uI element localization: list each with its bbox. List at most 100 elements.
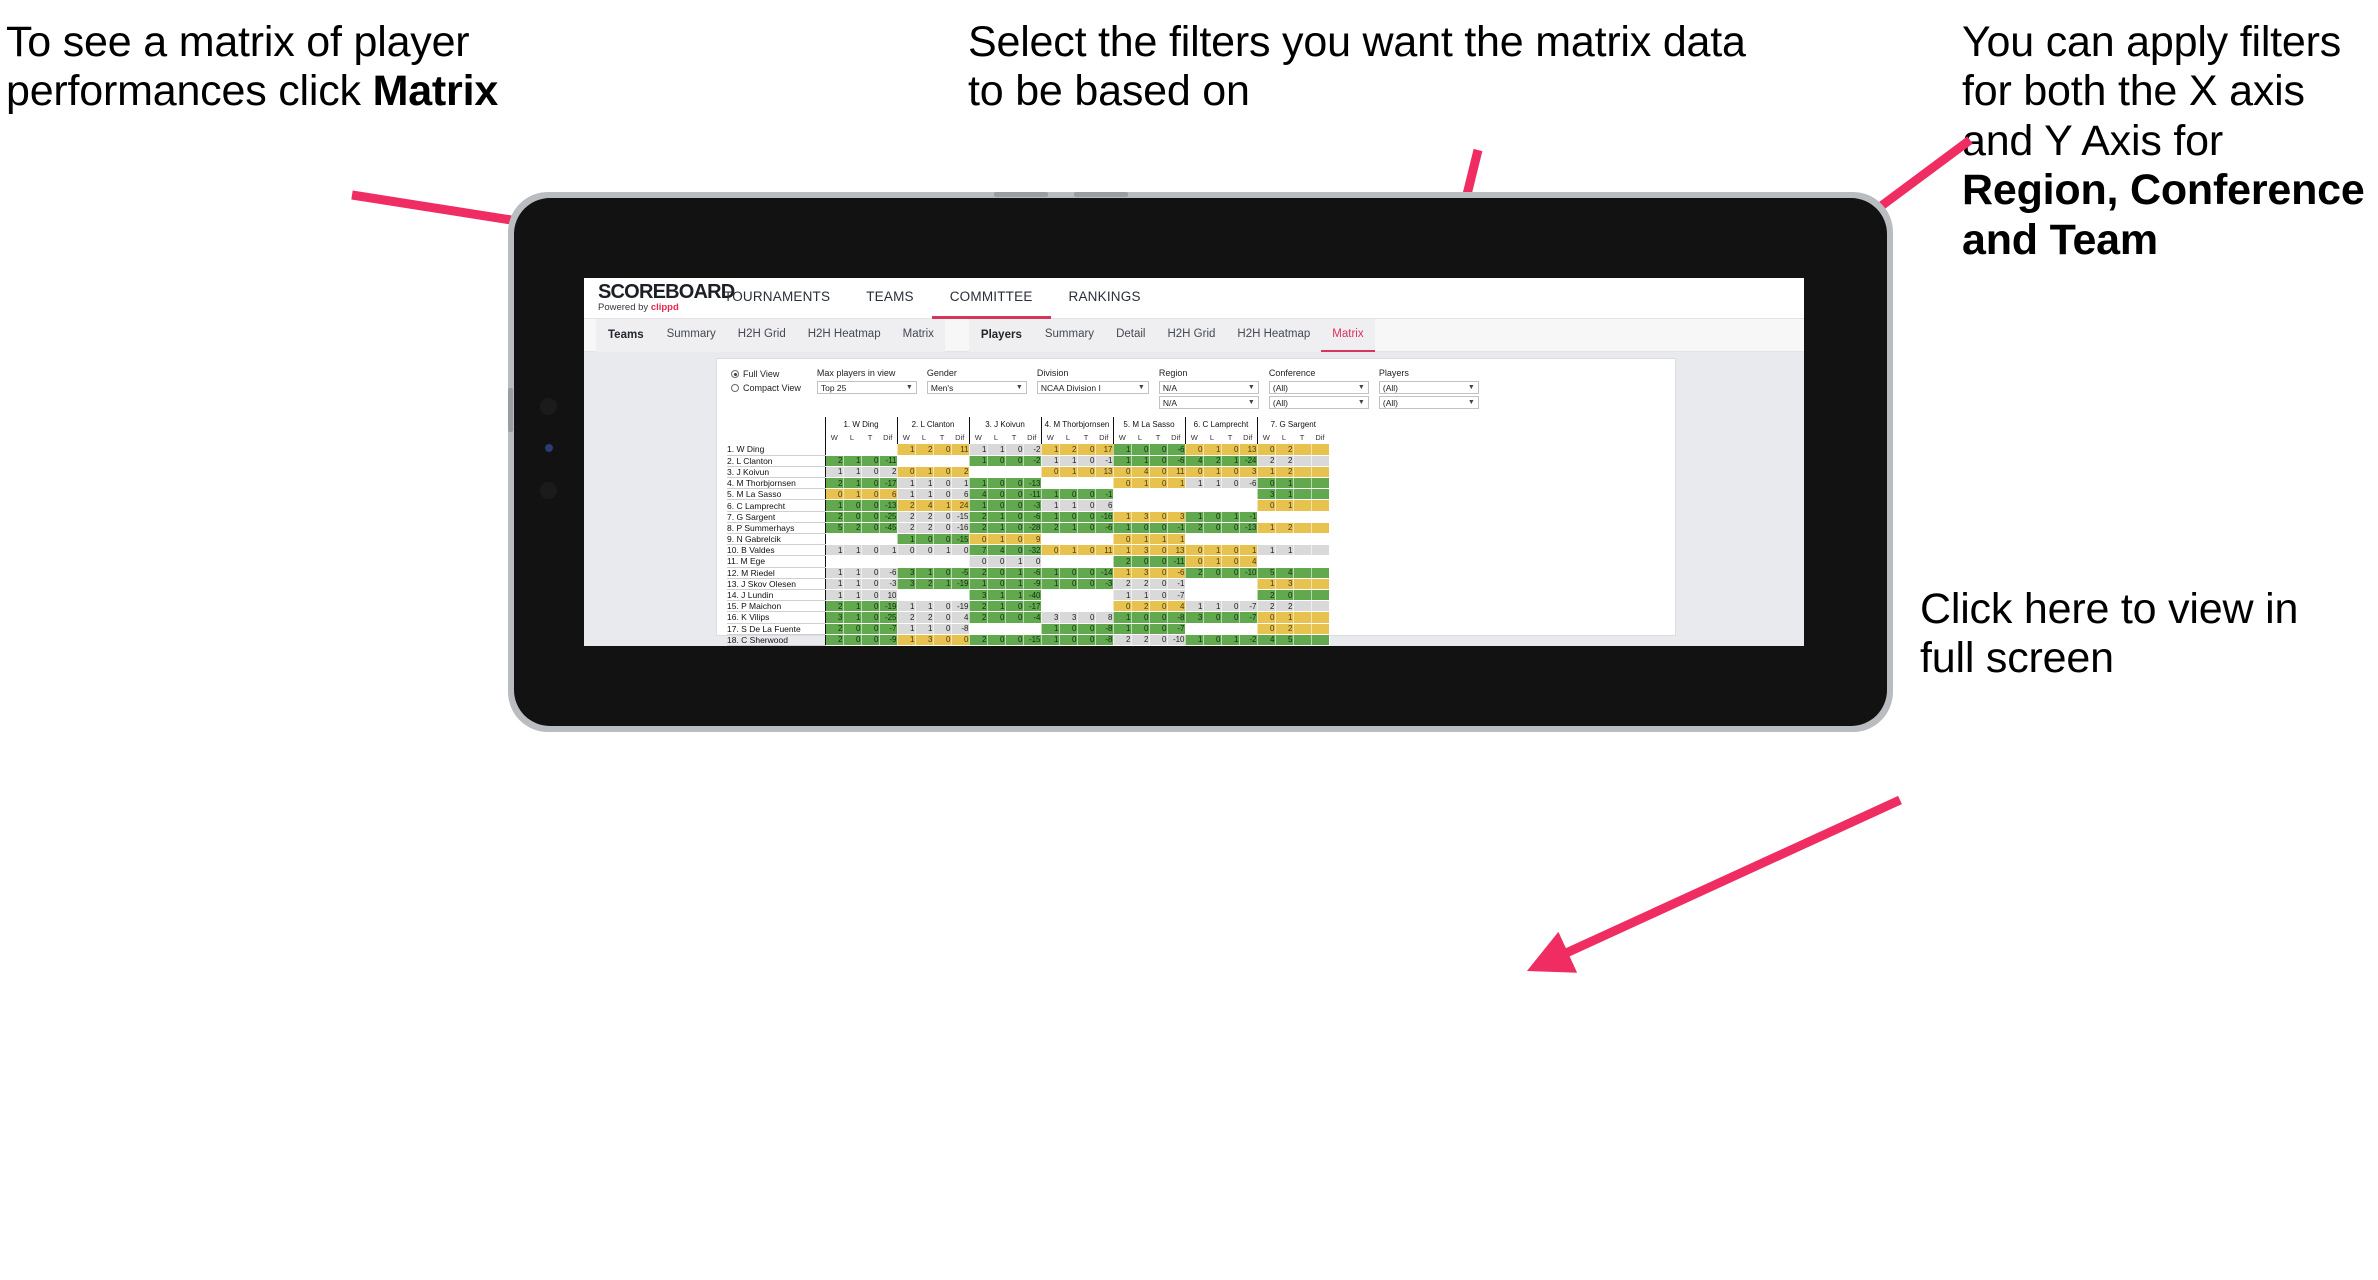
matrix-cell[interactable]: 0 — [1077, 544, 1096, 557]
matrix-cell[interactable]: 0 — [968, 533, 988, 546]
matrix-cell[interactable] — [861, 533, 880, 546]
matrix-cell[interactable]: 2 — [968, 567, 988, 579]
matrix-row[interactable]: 19. D Ford210-27250-20111-101013320-1620 — [727, 645, 1330, 646]
matrix-cell[interactable]: 0 — [1221, 522, 1240, 535]
matrix-cell[interactable]: 0 — [1131, 444, 1150, 456]
matrix-cell[interactable]: 1 — [1275, 488, 1294, 501]
matrix-cell[interactable] — [968, 623, 988, 635]
filter-players-y-select[interactable]: (All) ▼ — [1378, 396, 1479, 409]
matrix-cell[interactable]: 0 — [1059, 511, 1078, 523]
matrix-cell[interactable]: 2 — [1275, 600, 1294, 613]
matrix-cell[interactable]: -17 — [879, 477, 898, 490]
matrix-cell[interactable]: 1 — [896, 533, 916, 546]
matrix-cell[interactable]: 0 — [933, 522, 952, 535]
matrix-cell[interactable]: 0 — [933, 477, 952, 490]
matrix-cell[interactable] — [1184, 589, 1204, 602]
matrix-row[interactable]: 4. M Thorbjornsen 2 1 0 -17 1 1 0 1 1 0 0 -13 0 1 0 1 1 1 0… — [727, 477, 1330, 490]
matrix-cell[interactable]: 1 — [843, 477, 862, 490]
matrix-cell[interactable]: 1 — [1059, 645, 1078, 646]
matrix-cell[interactable]: -13 — [1023, 477, 1042, 490]
matrix-cell[interactable]: 2 — [968, 600, 988, 613]
matrix-cell[interactable] — [1293, 623, 1312, 635]
matrix-cell[interactable]: 0 — [1112, 533, 1132, 546]
matrix-cell[interactable]: 1 — [1059, 544, 1078, 557]
matrix-cell[interactable] — [933, 555, 952, 568]
subnav-players-h2h-grid[interactable]: H2H Grid — [1156, 319, 1226, 352]
matrix-cell[interactable] — [1112, 499, 1132, 512]
matrix-cell[interactable]: 0 — [987, 455, 1006, 467]
matrix-cell[interactable]: 0 — [1005, 533, 1024, 546]
matrix-cell[interactable]: 1 — [1112, 611, 1132, 624]
matrix-cell[interactable]: 0 — [1149, 544, 1168, 557]
matrix-cell[interactable]: 1 — [843, 600, 862, 613]
matrix-cell[interactable]: 6 — [879, 488, 898, 501]
matrix-row[interactable]: 10. B Valdes 1 1 0 1 0 0 1 0 7 4 0 -32 0 1 0 11 1 3 0 13 0 1 0 1… — [727, 544, 1330, 557]
matrix-cell[interactable]: 3 — [915, 634, 934, 646]
matrix-cell[interactable] — [1023, 623, 1042, 635]
matrix-cell[interactable]: 2 — [1131, 578, 1150, 590]
matrix-cell[interactable]: 0 — [1221, 444, 1240, 456]
matrix-cell[interactable]: 11 — [1167, 466, 1186, 479]
matrix-cell[interactable]: 17 — [1095, 444, 1114, 456]
matrix-cell[interactable]: 3 — [1131, 567, 1150, 579]
matrix-cell[interactable] — [1095, 589, 1114, 602]
matrix-cell[interactable]: 2 — [968, 522, 988, 535]
matrix-cell[interactable]: 0 — [933, 511, 952, 523]
matrix-cell[interactable]: -19 — [879, 600, 898, 613]
matrix-cell[interactable] — [1112, 488, 1132, 501]
matrix-cell[interactable]: 2 — [1040, 522, 1060, 535]
matrix-column-header[interactable]: 1. W Ding — [824, 417, 897, 431]
matrix-cell[interactable]: 2 — [968, 511, 988, 523]
matrix-cell[interactable]: 1 — [1221, 634, 1240, 646]
matrix-cell[interactable] — [1311, 511, 1330, 523]
matrix-cell[interactable] — [1293, 611, 1312, 624]
matrix-cell[interactable] — [843, 555, 862, 568]
matrix-cell[interactable]: -7 — [1167, 623, 1186, 635]
matrix-cell[interactable]: 0 — [1203, 511, 1222, 523]
matrix-cell[interactable]: 6 — [1095, 499, 1114, 512]
matrix-cell[interactable] — [1256, 533, 1276, 546]
matrix-cell[interactable] — [1095, 477, 1114, 490]
matrix-cell[interactable]: 0 — [915, 533, 934, 546]
matrix-cell[interactable]: -6 — [1167, 567, 1186, 579]
matrix-cell[interactable]: 1 — [1112, 567, 1132, 579]
matrix-cell[interactable]: 5 — [1256, 567, 1276, 579]
matrix-cell[interactable]: 4 — [1256, 634, 1276, 646]
filter-conference-y-select[interactable]: (All) ▼ — [1268, 396, 1369, 409]
matrix-cell[interactable]: 1 — [1256, 522, 1276, 535]
matrix-cell[interactable]: 1 — [1040, 511, 1060, 523]
matrix-row[interactable]: 1. W Ding 1 2 0 11 1 1 0 -2 1 2 0 17 1 0 0 -6 0 1 0 13 0 2 — [727, 444, 1330, 456]
matrix-cell[interactable] — [1311, 477, 1330, 490]
matrix-row[interactable]: 18. C Sherwood 2 0 0 -9 1 3 0 0 2 0 0 -15 1 0 0 -8 2 2 0 -10… — [727, 634, 1330, 646]
matrix-cell[interactable]: -8 — [1095, 623, 1114, 635]
matrix-cell[interactable]: 2 — [824, 477, 844, 490]
matrix-cell[interactable]: 1 — [1131, 477, 1150, 490]
matrix-cell[interactable]: 0 — [896, 544, 916, 557]
matrix-cell[interactable]: 1 — [987, 522, 1006, 535]
matrix-cell[interactable]: 2 — [1131, 634, 1150, 646]
matrix-cell[interactable]: 1 — [1112, 511, 1132, 523]
matrix-cell[interactable]: -1 — [1167, 578, 1186, 590]
matrix-cell[interactable]: 2 — [1184, 522, 1204, 535]
matrix-cell[interactable]: 1 — [1275, 477, 1294, 490]
matrix-cell[interactable]: 1 — [896, 444, 916, 456]
matrix-row[interactable]: 12. M Riedel 1 1 0 -6 3 1 0 -5 2 0 1 -6 1 0 0 -14 1 3 0 -6 2 0… — [727, 567, 1330, 579]
matrix-cell[interactable]: 0 — [1040, 645, 1060, 646]
matrix-cell[interactable]: 1 — [987, 589, 1006, 602]
matrix-cell[interactable]: 0 — [1256, 611, 1276, 624]
subnav-teams-matrix[interactable]: Matrix — [892, 319, 945, 352]
matrix-cell[interactable]: 1 — [1112, 544, 1132, 557]
matrix-cell[interactable]: 1 — [1040, 444, 1060, 456]
matrix-cell[interactable] — [1221, 533, 1240, 546]
matrix-column-header[interactable]: 4. M Thorbjornsen — [1040, 417, 1113, 431]
matrix-cell[interactable]: 0 — [1077, 645, 1096, 646]
matrix-cell[interactable] — [1293, 488, 1312, 501]
matrix-cell[interactable]: 0 — [933, 488, 952, 501]
matrix-cell[interactable]: 0 — [843, 623, 862, 635]
matrix-row[interactable]: 3. J Koivun 1 1 0 2 0 1 0 2 0 1 0 13 0 4 0 11 0 1 0 3 1 2 — [727, 466, 1330, 479]
matrix-cell[interactable]: 0 — [1149, 567, 1168, 579]
matrix-cell[interactable]: 0 — [1112, 477, 1132, 490]
matrix-cell[interactable]: 1 — [987, 444, 1006, 456]
matrix-column-header[interactable]: 3. J Koivun — [968, 417, 1041, 431]
matrix-cell[interactable]: 2 — [915, 444, 934, 456]
